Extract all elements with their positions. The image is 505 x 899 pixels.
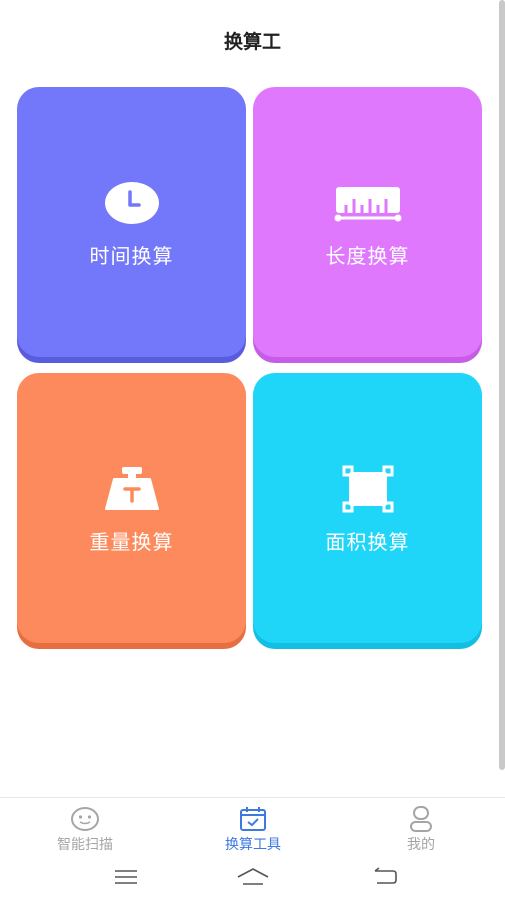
card-label: 长度换算 — [325, 243, 410, 268]
weight-icon — [102, 462, 162, 516]
tab-smart-scan[interactable]: 智能扫描 — [25, 806, 145, 854]
profile-icon — [361, 806, 481, 832]
card-label: 重量换算 — [89, 529, 174, 554]
ruler-icon — [334, 176, 402, 230]
back-icon[interactable] — [365, 865, 405, 889]
page-title: 换算工 — [223, 31, 281, 53]
home-icon[interactable] — [233, 865, 273, 889]
area-conversion-card[interactable]: 面积换算 — [253, 373, 482, 643]
length-conversion-card[interactable]: 长度换算 — [253, 87, 482, 357]
tab-label: 我的 — [407, 837, 435, 853]
tab-label: 智能扫描 — [57, 837, 113, 853]
card-label: 面积换算 — [325, 529, 410, 554]
time-conversion-card[interactable]: 时间换算 — [17, 87, 246, 357]
system-nav-bar — [0, 855, 505, 899]
calendar-check-icon — [193, 806, 313, 832]
bottom-tab-bar: 智能扫描 换算工具 我的 — [0, 797, 505, 856]
tab-mine[interactable]: 我的 — [361, 806, 481, 854]
clock-icon — [104, 176, 160, 230]
menu-icon[interactable] — [106, 865, 146, 889]
scrollbar[interactable] — [499, 0, 505, 770]
weight-conversion-card[interactable]: 重量换算 — [17, 373, 246, 643]
scan-face-icon — [25, 806, 145, 832]
card-label: 时间换算 — [89, 243, 174, 268]
area-icon — [342, 462, 394, 516]
tab-label: 换算工具 — [225, 837, 281, 853]
tab-conversion-tools[interactable]: 换算工具 — [193, 806, 313, 854]
